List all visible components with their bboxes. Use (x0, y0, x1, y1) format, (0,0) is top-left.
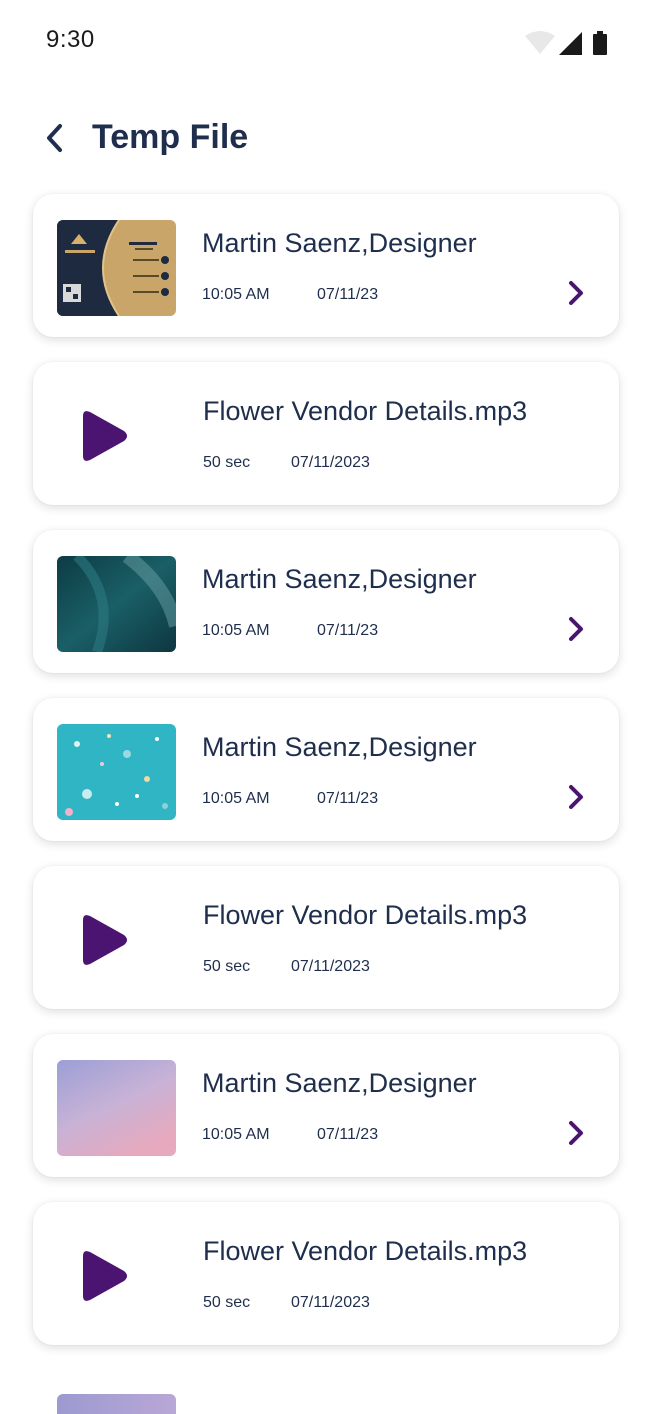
file-title: Martin Saenz,Designer (202, 564, 477, 594)
file-duration: 50 sec (203, 1294, 251, 1311)
file-duration: 50 sec (203, 958, 251, 975)
file-time: 10:05 AM (202, 790, 270, 807)
file-title: Flower Vendor Details.mp3 (203, 1236, 528, 1266)
play-icon[interactable] (77, 410, 129, 462)
file-thumbnail (57, 1060, 176, 1156)
file-title: Flower Vendor Details.mp3 (203, 900, 528, 930)
play-icon[interactable] (77, 1250, 129, 1302)
file-card[interactable]: Martin Saenz,Designer 10:05 AM 07/11/23 (33, 530, 619, 673)
file-card[interactable]: Flower Vendor Details.mp3 50 sec 07/11/2… (33, 362, 619, 505)
file-thumbnail-partial (57, 1394, 176, 1414)
file-title: Martin Saenz,Designer (202, 228, 477, 258)
chevron-right-icon (569, 1121, 583, 1145)
file-thumbnail (57, 220, 176, 316)
file-thumbnail (57, 556, 176, 652)
file-date: 07/11/23 (317, 286, 379, 303)
file-card[interactable]: Martin Saenz,Designer 10:05 AM 07/11/23 (33, 1034, 619, 1177)
file-time: 10:05 AM (202, 286, 270, 303)
chevron-right-icon (569, 281, 583, 305)
play-icon[interactable] (77, 914, 129, 966)
file-date: 07/11/23 (317, 1126, 379, 1143)
file-date: 07/11/2023 (291, 1294, 370, 1311)
file-card[interactable]: Martin Saenz,Designer 10:05 AM 07/11/23 (33, 698, 619, 841)
file-card[interactable]: Flower Vendor Details.mp3 50 sec 07/11/2… (33, 866, 619, 1009)
file-duration: 50 sec (203, 454, 251, 471)
file-date: 07/11/23 (317, 790, 379, 807)
file-title: Flower Vendor Details.mp3 (203, 396, 528, 426)
file-date: 07/11/23 (317, 622, 379, 639)
file-time: 10:05 AM (202, 622, 270, 639)
file-title: Martin Saenz,Designer (202, 1068, 477, 1098)
file-card[interactable]: Martin Saenz,Designer 10:05 AM 07/11/23 (33, 194, 619, 337)
file-title: Martin Saenz,Designer (202, 732, 477, 762)
file-date: 07/11/2023 (291, 454, 370, 471)
file-list: Martin Saenz,Designer 10:05 AM 07/11/23 … (0, 0, 649, 1414)
file-card[interactable]: Flower Vendor Details.mp3 50 sec 07/11/2… (33, 1202, 619, 1345)
file-date: 07/11/2023 (291, 958, 370, 975)
file-time: 10:05 AM (202, 1126, 270, 1143)
file-thumbnail (57, 724, 176, 820)
chevron-right-icon (569, 785, 583, 809)
chevron-right-icon (569, 617, 583, 641)
